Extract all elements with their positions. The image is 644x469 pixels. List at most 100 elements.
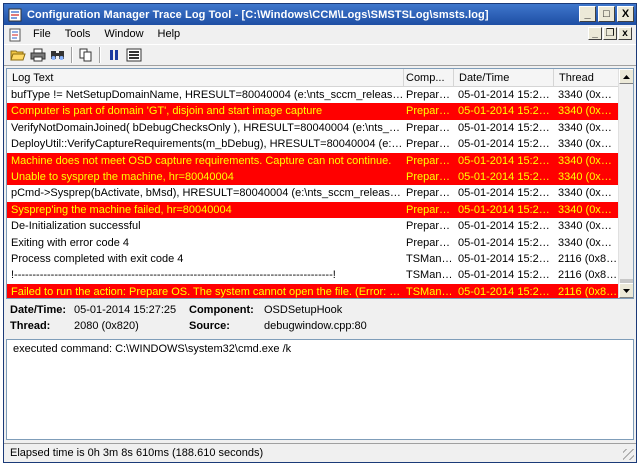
cmtrace-window: Configuration Manager Trace Log Tool - [… [3,3,637,463]
log-row-error[interactable]: Failed to run the action: Prepare OS. Th… [7,283,619,298]
datetime-cell: 05-01-2014 15:24:45 [458,154,554,167]
log-row[interactable]: Exiting with error code 4 PrepareOS 05-01-… [7,235,619,251]
vertical-scrollbar[interactable] [618,69,633,298]
find-icon[interactable] [48,46,67,64]
datetime-cell: 05-01-2014 15:24:45 [458,269,554,282]
thread-cell: 3340 (0xD0C) [558,220,619,233]
log-text-cell: pCmd->Sysprep(bActivate, bMsd), HRESULT=… [11,187,404,200]
datetime-cell: 05-01-2014 15:24:45 [458,252,554,265]
pause-icon[interactable] [104,46,123,64]
thread-cell: 3340 (0xD0C) [558,105,619,118]
component-cell: TSManage [406,285,454,298]
mdi-minimize-button[interactable]: _ [588,27,602,40]
log-row[interactable]: VerifyNotDomainJoined( bDebugChecksOnly … [7,120,619,136]
window-title: Configuration Manager Trace Log Tool - [… [27,8,489,21]
thread-cell: 3340 (0xD0C) [558,154,619,167]
document-icon[interactable] [8,28,22,42]
component-cell: PrepareOS [406,220,454,233]
datetime-cell: 05-01-2014 15:24:45 [458,138,554,151]
log-text-cell: Computer is part of domain 'GT', disjoin… [11,105,323,118]
log-row-error[interactable]: Sysprep'ing the machine failed, hr=80040… [7,201,619,219]
log-list[interactable]: Log Text Comp... Date/Time Thread bufTyp… [6,68,634,299]
log-text-cell: De-Initialization successful [11,220,141,233]
resize-grip-icon[interactable] [623,449,634,460]
arrow-up-icon [623,74,630,79]
highlight-icon[interactable] [124,46,143,64]
arrow-down-icon [623,288,630,293]
datetime-cell: 05-01-2014 15:24:45 [458,203,554,216]
scroll-down-button[interactable] [619,283,633,298]
component-cell: PrepareOS [406,121,454,134]
log-row[interactable]: bufType != NetSetupDomainName, HRESULT=8… [7,87,619,103]
message-text: executed command: C:\WINDOWS\system32\cm… [13,343,292,355]
datetime-value: 05-01-2014 15:27:25 [74,304,177,316]
component-cell: PrepareOS [406,89,454,101]
menu-window[interactable]: Window [97,25,150,44]
title-bar[interactable]: Configuration Manager Trace Log Tool - [… [4,4,636,25]
print-icon[interactable] [28,46,47,64]
open-icon[interactable] [8,46,27,64]
datetime-cell: 05-01-2014 15:24:45 [458,105,554,118]
mdi-close-button[interactable]: x [618,27,632,40]
menu-bar: File Tools Window Help _ ❐ x [4,25,636,44]
component-cell: PrepareOS [406,203,454,216]
close-button[interactable]: X [617,6,634,22]
component-cell: PrepareOS [406,138,454,151]
copy-icon[interactable] [76,46,95,64]
message-box[interactable]: executed command: C:\WINDOWS\system32\cm… [6,339,634,440]
menu-file[interactable]: File [26,25,58,44]
log-rows: bufType != NetSetupDomainName, HRESULT=8… [7,87,619,298]
log-text-cell: Machine does not meet OSD capture requir… [11,154,392,167]
log-text-cell: !---------------------------------------… [11,269,336,282]
column-header-thread[interactable]: Thread [554,69,619,87]
thread-cell: 3340 (0xD0C) [558,170,619,183]
log-row[interactable]: De-Initialization successful PrepareOS 05-… [7,218,619,234]
log-row-error[interactable]: Computer is part of domain 'GT', disjoin… [7,103,619,120]
thread-value: 2080 (0x820) [74,320,139,332]
scroll-up-button[interactable] [619,69,633,84]
menu-tools[interactable]: Tools [58,25,98,44]
component-cell: TSManage [406,252,454,265]
log-text-cell: Unable to sysprep the machine, hr=800400… [11,170,234,183]
column-header-log-text[interactable]: Log Text [7,69,404,87]
component-cell: TSManage [406,269,454,282]
datetime-cell: 05-01-2014 15:24:45 [458,236,554,249]
toolbar [4,44,636,66]
menu-help[interactable]: Help [151,25,188,44]
elapsed-time-text: Elapsed time is 0h 3m 8s 610ms (188.610 … [10,447,264,459]
log-row[interactable]: !---------------------------------------… [7,267,619,283]
log-text-cell: bufType != NetSetupDomainName, HRESULT=8… [11,89,404,101]
datetime-cell: 05-01-2014 15:24:45 [458,220,554,233]
log-text-cell: Sysprep'ing the machine failed, hr=80040… [11,203,232,216]
datetime-label: Date/Time: [10,304,67,316]
log-text-cell: Failed to run the action: Prepare OS. Th… [11,285,404,298]
log-row[interactable]: DeployUtil::VerifyCaptureRequirements(m_… [7,136,619,152]
thread-cell: 3340 (0xD0C) [558,121,619,134]
thread-label: Thread: [10,320,51,332]
source-value: debugwindow.cpp:80 [264,320,367,332]
log-text-cell: VerifyNotDomainJoined( bDebugChecksOnly … [11,121,404,134]
details-panel: Date/Time: 05-01-2014 15:27:25 Component… [6,301,634,339]
log-row-error[interactable]: Machine does not meet OSD capture requir… [7,152,619,169]
maximize-button[interactable]: □ [598,6,615,22]
datetime-cell: 05-01-2014 15:24:45 [458,285,554,298]
thread-cell: 3340 (0xD0C) [558,89,619,101]
thread-cell: 2116 (0x844) [558,269,619,282]
source-label: Source: [189,320,230,332]
component-cell: PrepareOS [406,170,454,183]
thread-cell: 2116 (0x844) [558,252,619,265]
log-text-cell: Process completed with exit code 4 [11,252,184,265]
mdi-restore-button[interactable]: ❐ [603,27,617,40]
log-text-cell: Exiting with error code 4 [11,236,129,249]
log-row-error[interactable]: Unable to sysprep the machine, hr=800400… [7,168,619,186]
datetime-cell: 05-01-2014 15:24:45 [458,89,554,101]
status-bar: Elapsed time is 0h 3m 8s 610ms (188.610 … [4,443,636,462]
column-header-datetime[interactable]: Date/Time [454,69,554,87]
log-row[interactable]: pCmd->Sysprep(bActivate, bMsd), HRESULT=… [7,185,619,201]
column-header-component[interactable]: Comp... [404,69,454,87]
component-value: OSDSetupHook [264,304,343,316]
minimize-button[interactable]: _ [579,6,596,22]
app-icon [8,8,22,22]
log-row[interactable]: Process completed with exit code 4 TSMana… [7,251,619,267]
thread-cell: 3340 (0xD0C) [558,187,619,200]
